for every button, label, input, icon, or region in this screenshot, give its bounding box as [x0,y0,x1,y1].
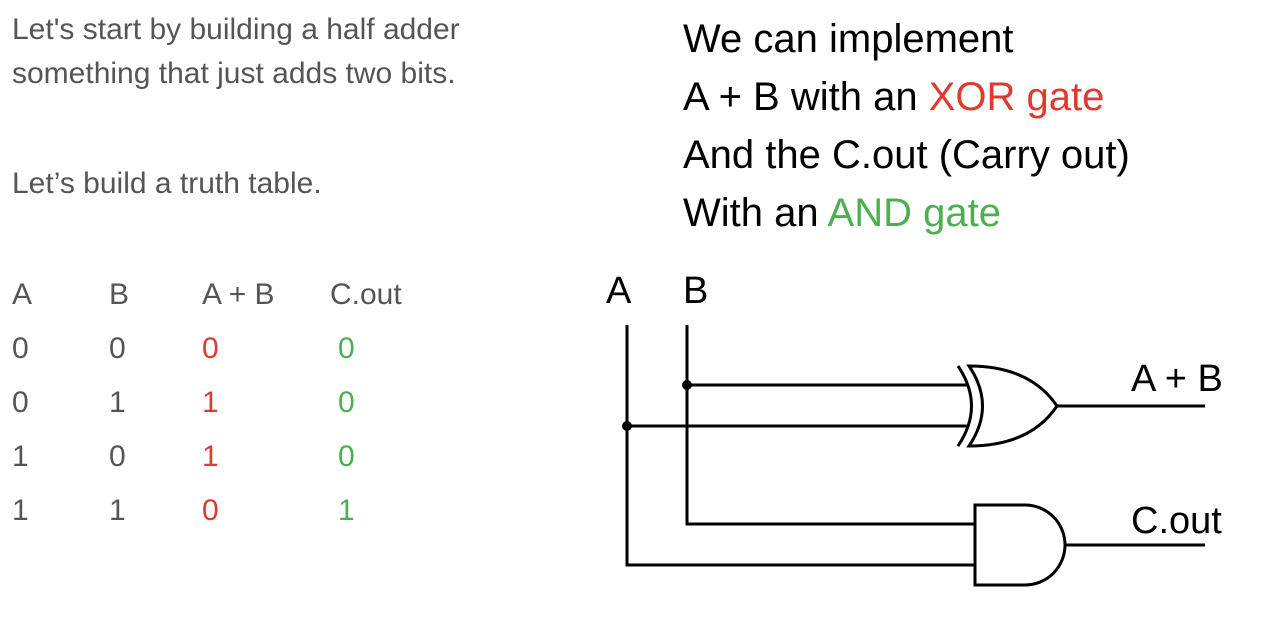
input-label-a: A [606,270,632,312]
junction-b [682,380,692,390]
and-gate [973,503,1067,587]
xor-gate-body [966,364,1059,448]
junction-a [622,421,632,431]
wires [625,325,1205,567]
xor-gate [956,364,1059,448]
output-label-sum: A + B [1131,358,1223,400]
input-label-b: B [683,270,708,312]
output-label-carry: C.out [1131,500,1222,542]
half-adder-circuit: A B A + B C.out [606,270,1223,587]
wire-a [625,325,975,567]
xor-gate-extra-curve [956,365,973,447]
